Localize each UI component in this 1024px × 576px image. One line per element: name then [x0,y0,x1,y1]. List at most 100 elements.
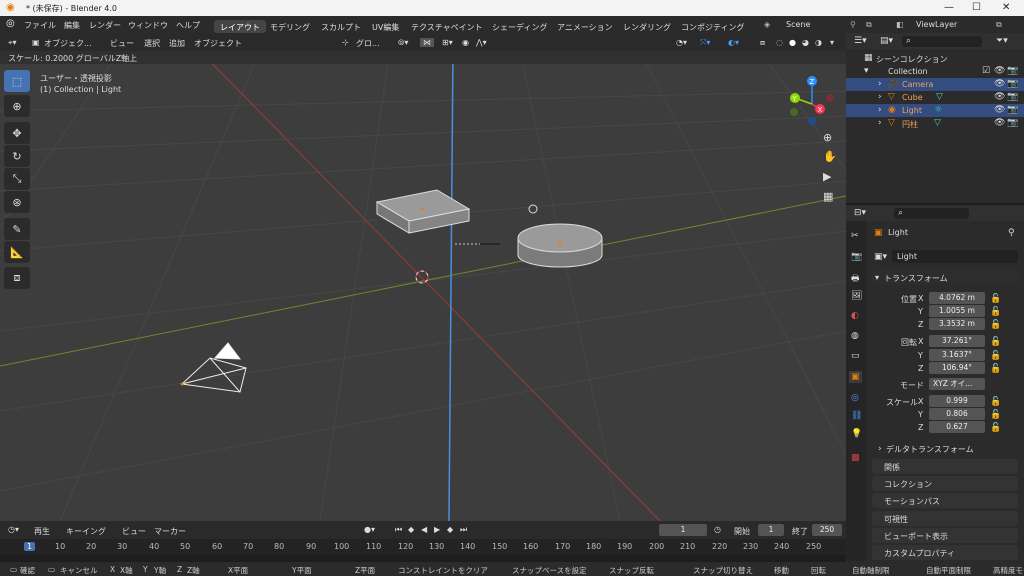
move-tool-icon[interactable]: ✥ [4,122,30,144]
overlay-icon[interactable]: ◐▾ [728,38,739,47]
tab-texture-paint[interactable]: テクスチャペイント [405,20,489,33]
lock-icon[interactable]: 🔓 [990,364,1001,374]
tool-tab-icon[interactable]: ✂ [851,231,859,241]
location-x-field[interactable]: 4.0762 m [929,292,985,304]
expand-icon[interactable]: ▾ [864,66,869,76]
gizmo-icon[interactable]: ⤧▾ [700,38,710,48]
menu-keying[interactable]: キーイング [66,526,106,537]
camera-render-icon[interactable]: 📷 [1007,118,1018,128]
jump-start-icon[interactable]: ⏮ [395,525,402,535]
menu-view[interactable]: ビュー [110,38,134,49]
proportional-edit-icon[interactable]: ◉ [462,38,469,47]
menu-select[interactable]: 選択 [144,38,160,49]
scale-x-field[interactable]: 0.999 [929,395,985,407]
scene-icon[interactable]: ◈ [764,20,770,29]
outliner-item-camera[interactable]: › 🎥 Camera 👁 📷 [846,78,1024,91]
camera-object[interactable] [180,342,247,393]
outliner-search-input[interactable]: ⌕ [902,36,982,47]
constraints-tab-icon[interactable]: ⛓ [851,411,862,421]
close-icon[interactable]: ✕ [1002,2,1010,13]
section-custom-properties[interactable]: カスタムプロパティ [872,545,1018,560]
scale-tool-icon[interactable]: ⤡ [4,168,30,190]
frame-ruler[interactable]: 1 10 20 30 40 50 60 70 80 90 100 110 120… [0,539,846,555]
cylinder-object[interactable] [517,223,603,268]
camera-render-icon[interactable]: 📷 [1007,66,1018,76]
menu-file[interactable]: ファイル [24,20,56,31]
eye-icon[interactable]: 👁 [994,118,1005,128]
render-tab-icon[interactable]: 📷 [851,252,862,262]
menu-playback[interactable]: 再生 [34,526,50,537]
object-data-select-icon[interactable]: ▣▾ [874,252,887,262]
timeline-track[interactable] [0,555,846,562]
cursor-tool-icon[interactable]: ⊕ [4,95,30,117]
menu-help[interactable]: ヘルプ [176,20,200,31]
menu-add[interactable]: 追加 [169,38,185,49]
section-viewport-display[interactable]: ビューポート表示 [872,528,1018,543]
tab-rendering[interactable]: レンダリング [617,20,677,33]
minimize-icon[interactable]: — [944,2,954,13]
rotate-tool-icon[interactable]: ↻ [4,145,30,167]
lock-icon[interactable]: 🔓 [990,337,1001,347]
light-data-tab-icon[interactable]: 💡 [851,429,862,439]
start-frame-field[interactable]: 1 [758,524,784,536]
rotation-mode-select[interactable]: XYZ オイ... [929,378,985,390]
tab-sculpt[interactable]: スカルプト [315,20,367,33]
navigation-gizmo[interactable]: Z X Y [790,76,840,131]
menu-window[interactable]: ウィンドウ [128,20,168,31]
camera-render-icon[interactable]: 📷 [1007,105,1018,115]
menu-marker[interactable]: マーカー [154,526,186,537]
rendered-shading-icon[interactable]: ◑ [815,38,822,47]
cube-object[interactable] [375,189,471,234]
lock-icon[interactable]: 🔓 [990,307,1001,317]
expand-icon[interactable]: › [878,92,882,102]
editor-type-icon[interactable]: ⌖▾ [8,38,17,48]
tab-compositing[interactable]: コンポジティング [675,20,751,33]
play-reverse-icon[interactable]: ◀ [421,525,427,534]
filter-icon[interactable]: ⏷▾ [996,36,1008,46]
orthographic-toggle-icon[interactable]: ▦ [823,190,833,203]
mode-select[interactable]: オブジェク... [44,38,92,49]
scale-y-field[interactable]: 0.806 [929,408,985,420]
pivot-point-icon[interactable]: ⦾▾ [398,38,408,48]
snap-icon[interactable]: ⋈ [420,38,434,47]
measure-tool-icon[interactable]: 📐 [4,241,30,263]
view-layer-tab-icon[interactable]: 🖼 [851,291,862,301]
material-shading-icon[interactable]: ◕ [802,38,809,47]
object-tab-icon[interactable]: ▣ [849,371,862,383]
physics-tab-icon[interactable]: ◎ [851,393,859,403]
tab-animation[interactable]: アニメーション [551,20,619,33]
select-box-icon[interactable]: ⬚ [4,70,30,92]
transform-orientation-select[interactable]: グロ... [356,38,380,49]
section-visibility[interactable]: 可視性 [872,511,1018,526]
maximize-icon[interactable]: ☐ [972,2,981,13]
annotate-tool-icon[interactable]: ✎ [4,218,30,240]
properties-editor-icon[interactable]: ⊟▾ [854,208,866,218]
tab-shading[interactable]: シェーディング [486,20,553,33]
world-tab-icon[interactable]: ◍ [851,331,859,341]
eye-icon[interactable]: 👁 [994,66,1005,76]
tab-uv-editing[interactable]: UV編集 [366,20,405,33]
location-z-field[interactable]: 3.3532 m [929,318,985,330]
outliner-item-cube[interactable]: › ▽ Cube ▽ 👁 📷 [846,91,1024,104]
outliner-editor-icon[interactable]: ☰▾ [854,36,867,46]
properties-search-input[interactable]: ⌕ [894,208,969,219]
end-frame-field[interactable]: 250 [812,524,842,536]
camera-render-icon[interactable]: 📷 [1007,79,1018,89]
rotation-z-field[interactable]: 106.94° [929,362,985,374]
next-keyframe-icon[interactable]: ◆ [447,525,453,534]
zoom-icon[interactable]: ⊕ [823,131,832,144]
jump-end-icon[interactable]: ⏭ [460,525,467,535]
rotation-y-field[interactable]: 3.1637° [929,349,985,361]
new-view-layer-icon[interactable]: ⧉ [996,20,1002,30]
new-scene-icon[interactable]: ⧉ [866,20,872,30]
section-transform[interactable]: トランスフォーム ▾ [872,270,1018,285]
section-collections[interactable]: コレクション [872,476,1018,491]
display-mode-icon[interactable]: ▤▾ [880,36,893,46]
output-tab-icon[interactable]: 🖶 [851,271,860,287]
delta-transform-label[interactable]: デルタトランスフォーム [886,444,974,455]
expand-icon[interactable]: › [878,105,882,115]
location-y-field[interactable]: 1.0055 m [929,305,985,317]
eye-icon[interactable]: 👁 [994,105,1005,115]
play-icon[interactable]: ▶ [434,525,440,534]
scale-z-field[interactable]: 0.627 [929,421,985,433]
